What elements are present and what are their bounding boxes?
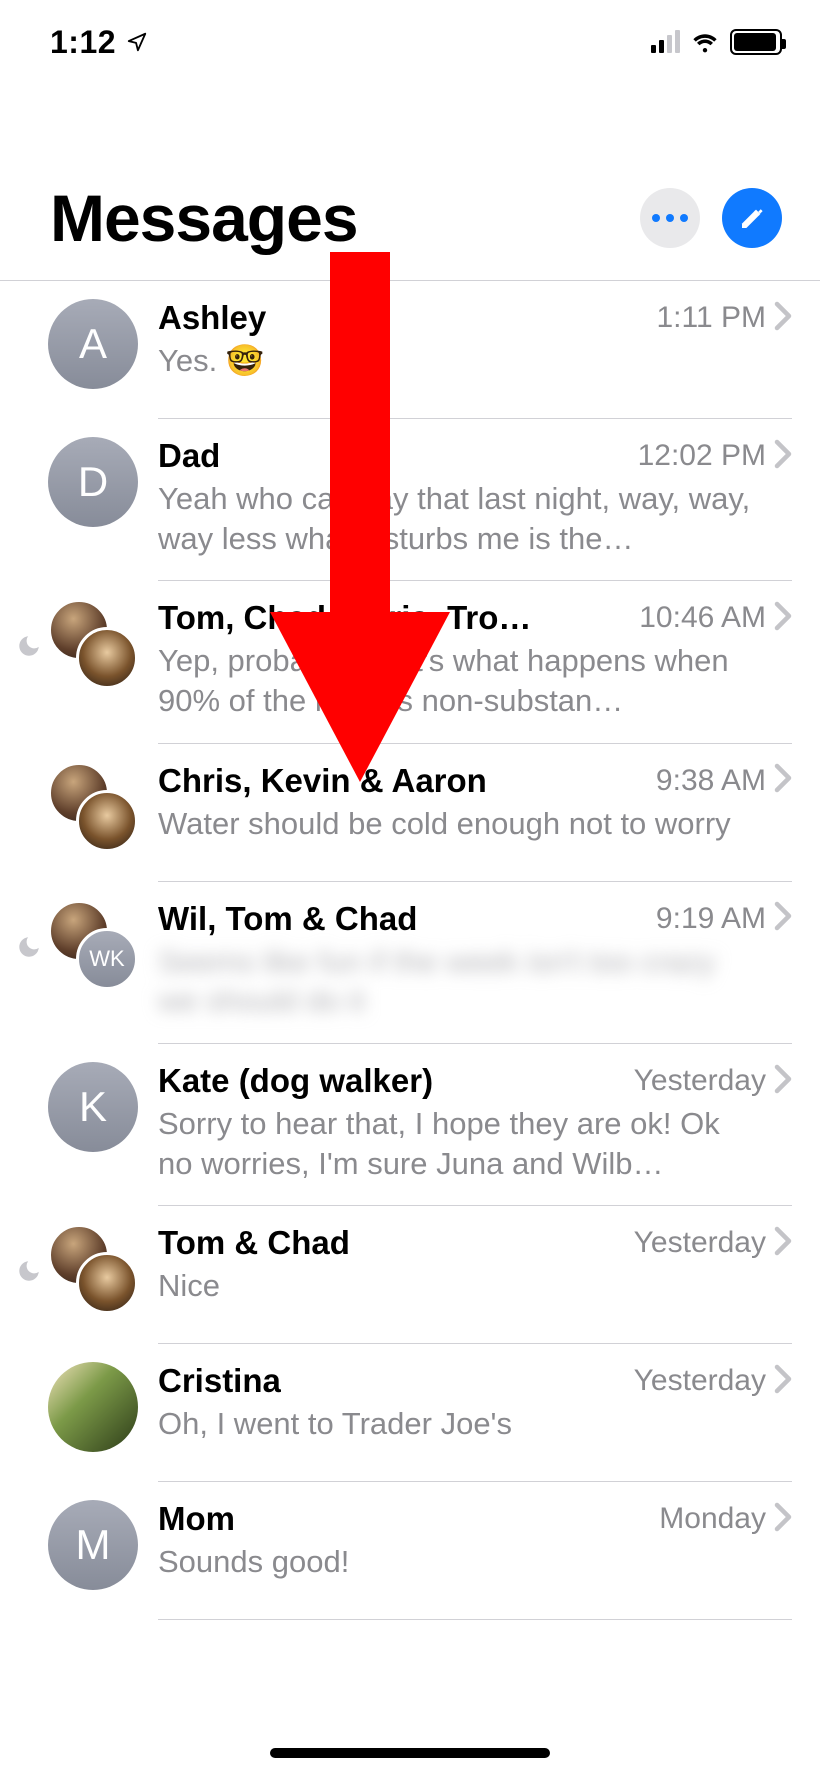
conversation-time: Yesterday: [634, 1364, 766, 1398]
conversation-time: 9:38 AM: [656, 764, 766, 798]
dnd-slot: [10, 299, 48, 333]
conversation-name: Ashley: [158, 299, 266, 337]
conversation-preview: Yeah who can say that last night, way, w…: [158, 479, 792, 558]
conversation-time: 9:19 AM: [656, 902, 766, 936]
chevron-right-icon: [774, 1502, 792, 1537]
conversation-time: Yesterday: [634, 1226, 766, 1260]
conversation-name: Tom, Chad, Chris, Tro…: [158, 599, 531, 637]
conversation-preview: Sounds good!: [158, 1542, 792, 1582]
conversation-row[interactable]: Tom, Chad, Chris, Tro… 10:46 AM Yep, proba…: [0, 581, 820, 743]
avatar: M: [48, 1500, 138, 1590]
compose-icon: [737, 203, 767, 233]
avatar: D: [48, 437, 138, 527]
status-right: [651, 29, 782, 55]
conversation-name: Wil, Tom & Chad: [158, 900, 417, 938]
avatar: K: [48, 1062, 138, 1152]
header: Messages: [0, 70, 820, 281]
location-icon: [126, 24, 148, 61]
status-time: 1:12: [50, 24, 116, 61]
avatar: WK: [48, 900, 138, 990]
dnd-slot: [10, 762, 48, 796]
conversation-preview: Yep, probably. That's what happens when …: [158, 641, 792, 720]
conversation-name: Chris, Kevin & Aaron: [158, 762, 487, 800]
chevron-right-icon: [774, 763, 792, 798]
conversation-name: Tom & Chad: [158, 1224, 350, 1262]
conversation-time: 1:11 PM: [657, 301, 767, 335]
conversation-preview: Water should be cold enough not to worry: [158, 804, 792, 844]
page-title: Messages: [50, 180, 358, 256]
row-body: Tom, Chad, Chris, Tro… 10:46 AM Yep, proba…: [158, 599, 792, 743]
conversation-preview: Sorry to hear that, I hope they are ok! …: [158, 1104, 792, 1183]
conversation-name: Cristina: [158, 1362, 281, 1400]
do-not-disturb-icon: [16, 1258, 42, 1289]
conversation-time: Monday: [659, 1502, 766, 1536]
ellipsis-icon: [652, 214, 688, 222]
conversation-row[interactable]: D Dad 12:02 PM Yeah who can say that last n…: [0, 419, 820, 581]
do-not-disturb-icon: [16, 934, 42, 965]
conversation-preview: Oh, I went to Trader Joe's: [158, 1404, 792, 1444]
row-body: Wil, Tom & Chad 9:19 AM Seems like fun if …: [158, 900, 792, 1044]
dnd-slot: [10, 599, 48, 664]
dnd-slot: [10, 437, 48, 471]
avatar: [48, 1224, 138, 1314]
dnd-slot: [10, 1224, 48, 1289]
conversation-preview: Seems like fun if the week isn't too cra…: [158, 942, 792, 1021]
avatar: A: [48, 299, 138, 389]
chevron-right-icon: [774, 1226, 792, 1261]
chevron-right-icon: [774, 439, 792, 474]
dnd-slot: [10, 1500, 48, 1534]
battery-icon: [730, 29, 782, 55]
status-left: 1:12: [50, 24, 148, 61]
dnd-slot: [10, 1362, 48, 1396]
row-body: Mom Monday Sounds good!: [158, 1500, 792, 1620]
do-not-disturb-icon: [16, 633, 42, 664]
chevron-right-icon: [774, 901, 792, 936]
chevron-right-icon: [774, 301, 792, 336]
conversation-time: Yesterday: [634, 1064, 766, 1098]
conversation-row[interactable]: WK Wil, Tom & Chad 9:19 AM Seems like fun i…: [0, 882, 820, 1044]
row-body: Chris, Kevin & Aaron 9:38 AM Water should …: [158, 762, 792, 882]
more-button[interactable]: [640, 188, 700, 248]
dnd-slot: [10, 900, 48, 965]
header-actions: [640, 188, 782, 248]
avatar: [48, 599, 138, 689]
avatar: [48, 1362, 138, 1452]
conversation-time: 12:02 PM: [638, 439, 766, 473]
home-indicator: [270, 1748, 550, 1758]
conversation-name: Kate (dog walker): [158, 1062, 433, 1100]
chevron-right-icon: [774, 1064, 792, 1099]
conversation-preview: Yes. 🤓: [158, 341, 792, 381]
compose-button[interactable]: [722, 188, 782, 248]
conversation-time: 10:46 AM: [639, 601, 766, 635]
row-body: Tom & Chad Yesterday Nice: [158, 1224, 792, 1344]
chevron-right-icon: [774, 1364, 792, 1399]
wifi-icon: [690, 31, 720, 53]
conversation-row[interactable]: Chris, Kevin & Aaron 9:38 AM Water should …: [0, 744, 820, 882]
conversation-row[interactable]: A Ashley 1:11 PM Yes. 🤓: [0, 281, 820, 419]
conversation-list[interactable]: A Ashley 1:11 PM Yes. 🤓 D Dad 12:02 PM Yeah who…: [0, 281, 820, 1620]
status-bar: 1:12: [0, 0, 820, 70]
conversation-name: Dad: [158, 437, 220, 475]
row-body: Ashley 1:11 PM Yes. 🤓: [158, 299, 792, 419]
row-body: Kate (dog walker) Yesterday Sorry to hear …: [158, 1062, 792, 1206]
conversation-preview: Nice: [158, 1266, 792, 1306]
conversation-name: Mom: [158, 1500, 235, 1538]
dnd-slot: [10, 1062, 48, 1096]
conversation-row[interactable]: K Kate (dog walker) Yesterday Sorry to hear…: [0, 1044, 820, 1206]
conversation-row[interactable]: M Mom Monday Sounds good!: [0, 1482, 820, 1620]
cellular-signal-icon: [651, 31, 680, 53]
conversation-row[interactable]: Tom & Chad Yesterday Nice: [0, 1206, 820, 1344]
chevron-right-icon: [774, 601, 792, 636]
avatar: [48, 762, 138, 852]
row-body: Dad 12:02 PM Yeah who can say that last ni…: [158, 437, 792, 581]
conversation-row[interactable]: Cristina Yesterday Oh, I went to Trader Jo…: [0, 1344, 820, 1482]
row-body: Cristina Yesterday Oh, I went to Trader Jo…: [158, 1362, 792, 1482]
